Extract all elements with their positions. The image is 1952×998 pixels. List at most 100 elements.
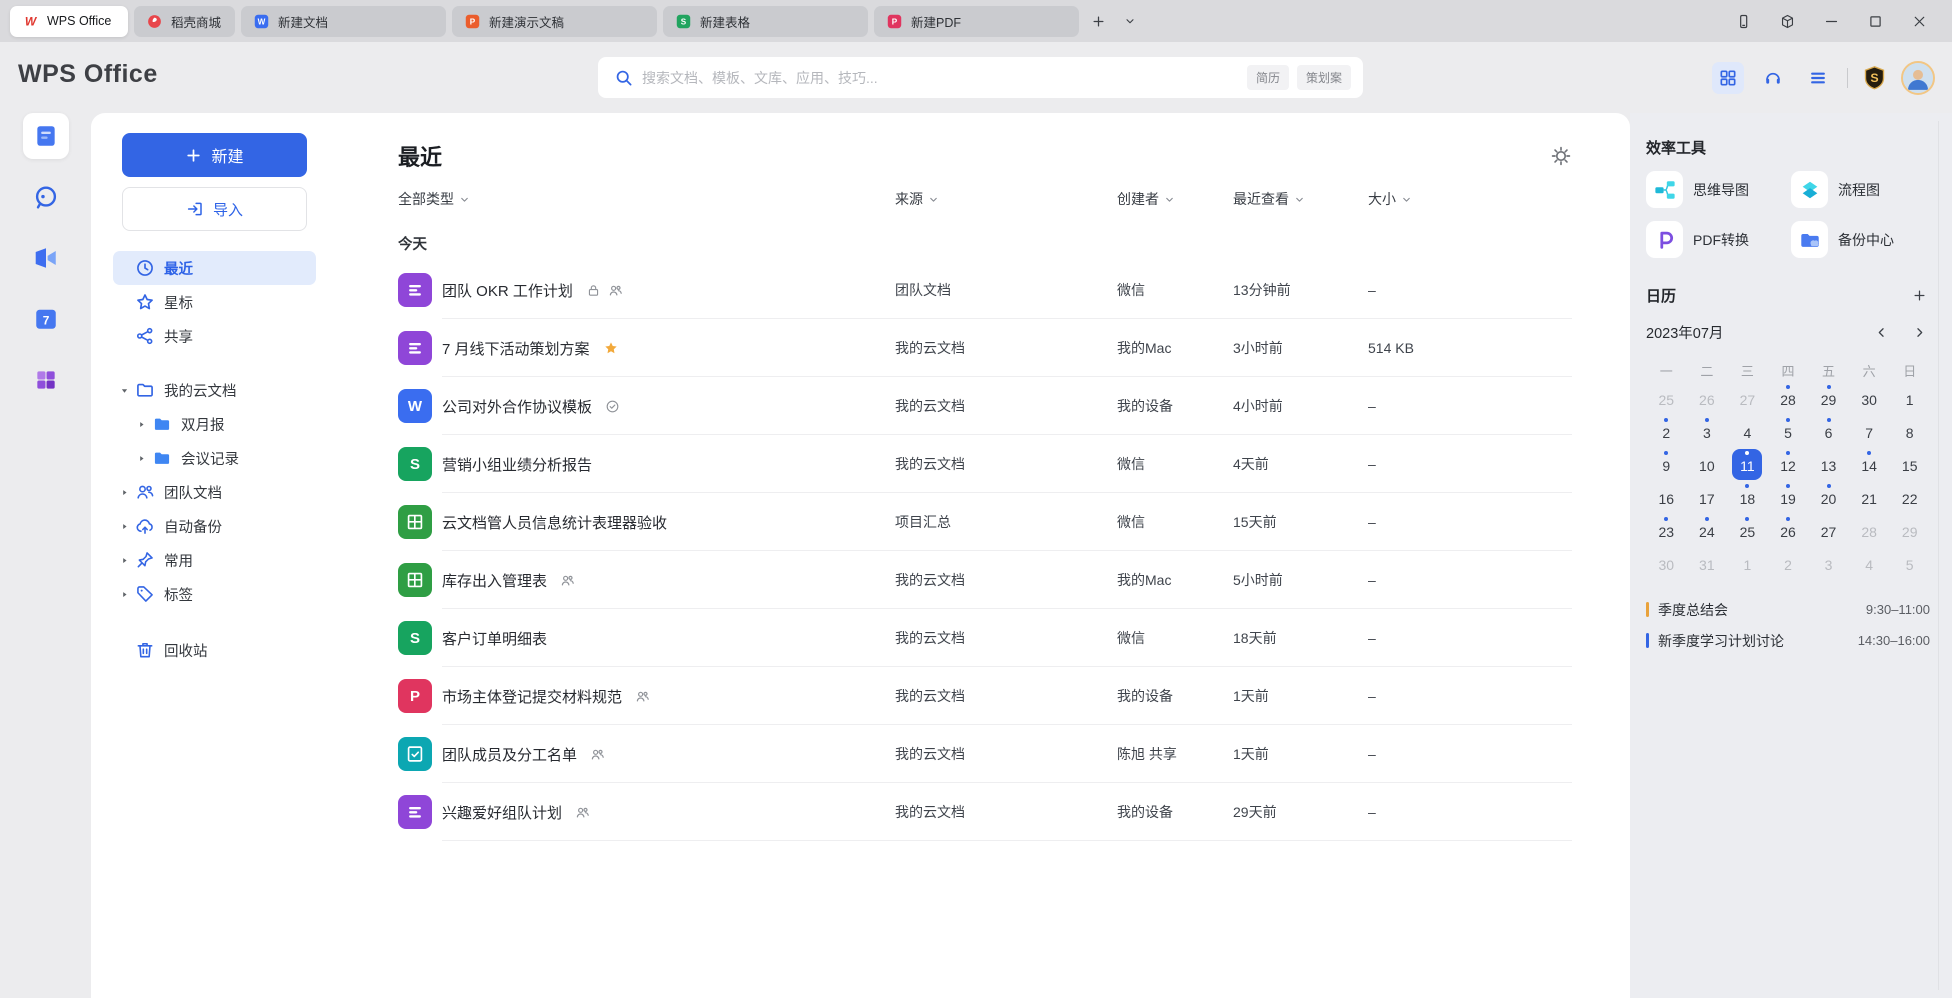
import-button[interactable]: 导入 xyxy=(122,187,307,231)
calendar-day[interactable]: 2 xyxy=(1646,416,1687,449)
caret-right-icon[interactable] xyxy=(113,553,135,567)
caret-right-icon[interactable] xyxy=(113,587,135,601)
calendar-day[interactable]: 28 xyxy=(1768,383,1809,416)
sidebar-item-10[interactable]: 回收站 xyxy=(113,633,316,667)
rail-meeting-video-icon[interactable] xyxy=(23,235,69,281)
tab-list-dropdown[interactable] xyxy=(1117,8,1143,34)
sidebar-item-5[interactable]: 会议记录 xyxy=(130,441,316,475)
close-button[interactable] xyxy=(1902,6,1936,36)
file-row[interactable]: 7 月线下活动策划方案我的云文档我的Mac3小时前514 KB xyxy=(398,319,1572,377)
calendar-day[interactable]: 26 xyxy=(1768,515,1809,548)
calendar-day[interactable]: 28 xyxy=(1849,515,1890,548)
search-tag-plan[interactable]: 策划案 xyxy=(1297,65,1351,90)
file-row[interactable]: 兴趣爱好组队计划我的云文档我的设备29天前– xyxy=(398,783,1572,841)
caret-right-icon[interactable] xyxy=(113,485,135,499)
calendar-day[interactable]: 30 xyxy=(1849,383,1890,416)
calendar-day[interactable]: 27 xyxy=(1727,383,1768,416)
calendar-day[interactable]: 3 xyxy=(1808,548,1849,581)
sidebar-item-3[interactable]: 我的云文档 xyxy=(113,373,316,407)
file-row[interactable]: 团队 OKR 工作计划团队文档微信13分钟前– xyxy=(398,261,1572,319)
calendar-event-0[interactable]: 季度总结会9:30–11:00 xyxy=(1646,594,1930,625)
calendar-day[interactable]: 6 xyxy=(1808,416,1849,449)
tab-4[interactable]: S新建表格 xyxy=(663,6,868,37)
settings-gear-icon[interactable] xyxy=(1550,145,1572,167)
support-headset-icon[interactable] xyxy=(1757,62,1789,94)
member-badge-icon[interactable]: S xyxy=(1861,64,1888,91)
mobile-link-icon[interactable] xyxy=(1726,6,1760,36)
maximize-button[interactable] xyxy=(1858,6,1892,36)
calendar-day[interactable]: 13 xyxy=(1808,449,1849,482)
tool-item-2[interactable]: PDF转换 xyxy=(1646,221,1785,258)
file-row[interactable]: S营销小组业绩分析报告我的云文档微信4天前– xyxy=(398,435,1572,493)
sidebar-item-6[interactable]: 团队文档 xyxy=(113,475,316,509)
tab-5[interactable]: P新建PDF xyxy=(874,6,1079,37)
calendar-day[interactable]: 30 xyxy=(1646,548,1687,581)
file-row[interactable]: 云文档管人员信息统计表理器验收项目汇总微信15天前– xyxy=(398,493,1572,551)
rail-calendar-icon[interactable]: 7 xyxy=(23,296,69,342)
calendar-day[interactable]: 19 xyxy=(1768,482,1809,515)
tool-item-0[interactable]: 思维导图 xyxy=(1646,171,1785,208)
sidebar-item-1[interactable]: 星标 xyxy=(113,285,316,319)
calendar-day[interactable]: 20 xyxy=(1808,482,1849,515)
calendar-prev-icon[interactable] xyxy=(1870,321,1892,343)
calendar-day[interactable]: 15 xyxy=(1889,449,1930,482)
calendar-day-selected[interactable]: 11 xyxy=(1727,449,1768,482)
search-tag-resume[interactable]: 简历 xyxy=(1247,65,1289,90)
file-row[interactable]: W公司对外合作协议模板我的云文档我的设备4小时前– xyxy=(398,377,1572,435)
caret-down-icon[interactable] xyxy=(113,383,135,397)
file-row[interactable]: S客户订单明细表我的云文档微信18天前– xyxy=(398,609,1572,667)
calendar-day[interactable]: 1 xyxy=(1727,548,1768,581)
calendar-day[interactable]: 22 xyxy=(1889,482,1930,515)
calendar-day[interactable]: 2 xyxy=(1768,548,1809,581)
caret-right-icon[interactable] xyxy=(113,519,135,533)
user-avatar[interactable] xyxy=(1901,61,1935,95)
calendar-day[interactable]: 17 xyxy=(1687,482,1728,515)
new-tab-button[interactable] xyxy=(1085,8,1111,34)
sidebar-item-0[interactable]: 最近 xyxy=(113,251,316,285)
tab-0[interactable]: WWPS Office xyxy=(10,6,128,37)
calendar-day[interactable]: 26 xyxy=(1687,383,1728,416)
filter-last-viewed[interactable]: 最近查看 xyxy=(1233,189,1368,209)
rail-docs-icon[interactable] xyxy=(23,113,69,159)
file-row[interactable]: 团队成员及分工名单我的云文档陈旭 共享1天前– xyxy=(398,725,1572,783)
calendar-day[interactable]: 29 xyxy=(1889,515,1930,548)
tab-2[interactable]: W新建文档 xyxy=(241,6,446,37)
calendar-day[interactable]: 8 xyxy=(1889,416,1930,449)
filter-creator[interactable]: 创建者 xyxy=(1117,189,1233,209)
calendar-add-icon[interactable] xyxy=(1908,284,1930,306)
calendar-next-icon[interactable] xyxy=(1908,321,1930,343)
calendar-day[interactable]: 25 xyxy=(1646,383,1687,416)
calendar-day[interactable]: 9 xyxy=(1646,449,1687,482)
calendar-day[interactable]: 1 xyxy=(1889,383,1930,416)
calendar-day[interactable]: 4 xyxy=(1849,548,1890,581)
caret-right-icon[interactable] xyxy=(130,451,152,465)
calendar-day[interactable]: 29 xyxy=(1808,383,1849,416)
calendar-day[interactable]: 16 xyxy=(1646,482,1687,515)
tab-1[interactable]: 稻壳商城 xyxy=(134,6,235,37)
calendar-day[interactable]: 27 xyxy=(1808,515,1849,548)
sidebar-item-9[interactable]: 标签 xyxy=(113,577,316,611)
main-menu-icon[interactable] xyxy=(1802,62,1834,94)
calendar-day[interactable]: 4 xyxy=(1727,416,1768,449)
calendar-day[interactable]: 3 xyxy=(1687,416,1728,449)
apps-grid-icon[interactable] xyxy=(1712,62,1744,94)
tab-3[interactable]: P新建演示文稿 xyxy=(452,6,657,37)
calendar-day[interactable]: 10 xyxy=(1687,449,1728,482)
calendar-day[interactable]: 25 xyxy=(1727,515,1768,548)
filter-source[interactable]: 来源 xyxy=(895,189,1117,209)
file-row[interactable]: P市场主体登记提交材料规范我的云文档我的设备1天前– xyxy=(398,667,1572,725)
sidebar-item-2[interactable]: 共享 xyxy=(113,319,316,353)
calendar-day[interactable]: 5 xyxy=(1889,548,1930,581)
file-row[interactable]: 库存出入管理表我的云文档我的Mac5小时前– xyxy=(398,551,1572,609)
calendar-day[interactable]: 21 xyxy=(1849,482,1890,515)
calendar-day[interactable]: 23 xyxy=(1646,515,1687,548)
calendar-day[interactable]: 24 xyxy=(1687,515,1728,548)
rail-apps-icon[interactable] xyxy=(23,357,69,403)
calendar-event-1[interactable]: 新季度学习计划讨论14:30–16:00 xyxy=(1646,625,1930,656)
caret-right-icon[interactable] xyxy=(130,417,152,431)
calendar-day[interactable]: 14 xyxy=(1849,449,1890,482)
tool-item-3[interactable]: 备份中心 xyxy=(1791,221,1930,258)
sidebar-item-4[interactable]: 双月报 xyxy=(130,407,316,441)
calendar-day[interactable]: 18 xyxy=(1727,482,1768,515)
calendar-day[interactable]: 7 xyxy=(1849,416,1890,449)
